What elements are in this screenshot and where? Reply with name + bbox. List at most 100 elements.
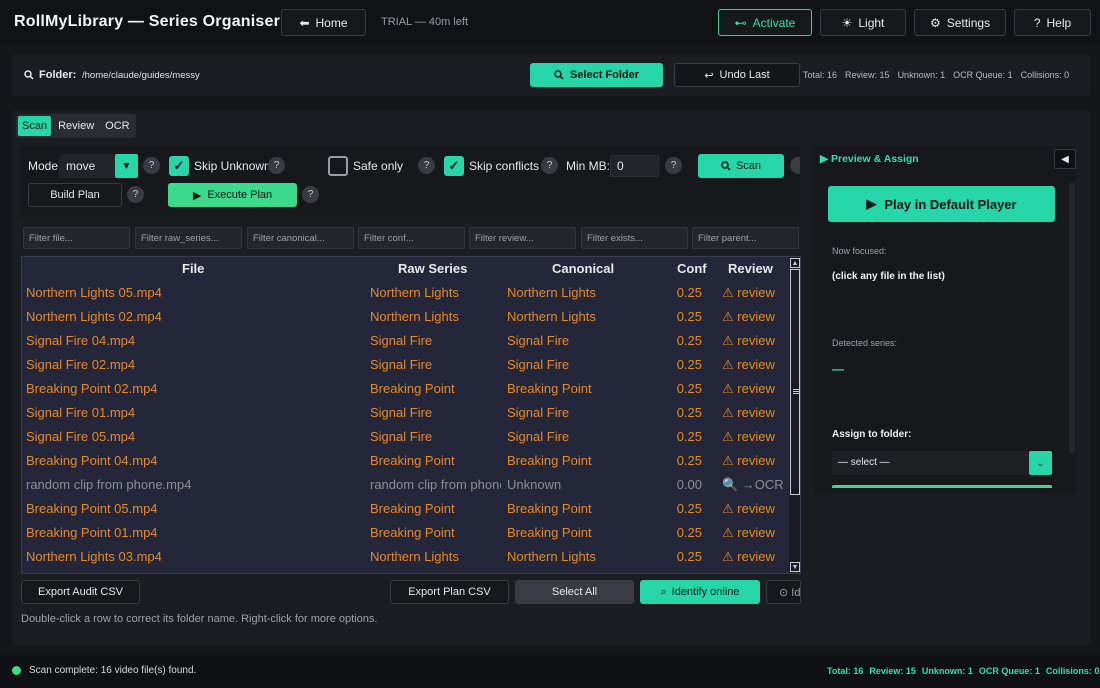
help-icon[interactable] [790,157,800,174]
status-ocr-queue: OCR Queue: 1 [978,666,1040,676]
home-button[interactable]: ⬅ Home [281,9,366,36]
help-icon[interactable]: ? [541,157,558,174]
select-all-button[interactable]: Select All [515,580,634,604]
cell-raw-series: Breaking Point [370,501,455,516]
execute-plan-button[interactable]: ▶ Execute Plan [168,183,297,207]
identify-online-button[interactable]: ⌕ Identify online [640,580,760,604]
help-icon[interactable]: ? [268,157,285,174]
table-row[interactable]: Signal Fire 04.mp4 Signal Fire Signal Fire… [22,329,788,353]
filter-canonical-input[interactable]: Filter canonical... [247,227,354,249]
filter-raw-series-input[interactable]: Filter raw_series... [135,227,242,249]
cell-canonical: Breaking Point [507,381,592,396]
select-folder-button[interactable]: Select Folder [530,63,663,87]
cell-review: ⚠ review [722,285,775,300]
cell-review: ⚠ review [722,381,775,396]
settings-button[interactable]: ⚙ Settings [914,9,1006,36]
filter-exists-input[interactable]: Filter exists... [581,227,688,249]
cell-raw-series: Northern Lights [370,549,459,564]
help-icon[interactable]: ? [418,157,435,174]
cell-canonical: Signal Fire [507,357,570,372]
skip-conflicts-checkbox[interactable]: ✓ [444,156,464,176]
cell-conf: 0.25 [676,429,702,444]
help-icon[interactable]: ? [127,186,144,203]
identify-local-button[interactable]: ⊙ Id [766,580,801,604]
assign-button[interactable] [832,485,1052,488]
safe-only-checkbox[interactable] [328,156,348,176]
column-header-conf[interactable]: Conf [677,261,707,276]
folder-label: Folder: [24,69,76,81]
cell-file: Signal Fire 01.mp4 [26,405,136,420]
table-row[interactable]: Breaking Point 05.mp4 Breaking Point Break… [22,497,788,521]
table-row[interactable]: Signal Fire 02.mp4 Signal Fire Signal Fire… [22,353,788,377]
build-plan-button[interactable]: Build Plan [28,183,122,207]
table-row[interactable]: Breaking Point 04.mp4 Breaking Point Break… [22,449,788,473]
mode-select[interactable]: move [59,154,116,178]
scan-button[interactable]: Scan [698,154,784,178]
export-audit-csv-button[interactable]: Export Audit CSV [21,580,140,604]
cell-review: ⚠ review [722,525,775,540]
sun-icon: ☀ [841,15,853,30]
table-row[interactable]: Northern Lights 02.mp4 Northern Lights Nor… [22,305,788,329]
cell-file: Breaking Point 04.mp4 [26,453,158,468]
help-icon[interactable]: ? [302,186,319,203]
filter-file-input[interactable]: Filter file... [23,227,130,249]
skip-unknown-checkbox[interactable]: ✓ [169,156,189,176]
assign-folder-select[interactable]: — select — [832,451,1030,475]
filter-review-input[interactable]: Filter review... [469,227,576,249]
collapse-panel-button[interactable]: ◀ [1054,149,1076,169]
cell-file: Signal Fire 04.mp4 [26,333,136,348]
scroll-down-icon[interactable]: ▼ [790,562,800,572]
question-icon: ? [1033,15,1041,30]
filter-conf-input[interactable]: Filter conf... [358,227,465,249]
activate-button[interactable]: ⊷ Activate [718,9,812,36]
play-default-player-button[interactable]: ▶ Play in Default Player [828,186,1055,222]
tab-ocr[interactable]: OCR [101,116,133,136]
table-row[interactable]: Breaking Point 02.mp4 Breaking Point Break… [22,377,788,401]
scrollbar-thumb[interactable] [790,269,800,495]
folder-path: /home/claude/guides/messy [82,70,200,81]
table-row[interactable]: random clip from phone.mp4 random clip fr… [22,473,788,497]
undo-last-button[interactable]: ↩ Undo Last [674,63,800,87]
cell-review: 🔍 →OCR [722,477,784,492]
cell-review: ⚠ review [722,453,775,468]
help-icon[interactable]: ? [143,157,160,174]
top-bar: RollMyLibrary — Series Organiser ⬅ Home … [0,0,1100,44]
table-row[interactable]: Signal Fire 05.mp4 Signal Fire Signal Fire… [22,425,788,449]
cell-conf: 0.00 [676,477,702,492]
cell-canonical: Signal Fire [507,429,570,444]
hint-text: Double-click a row to correct its folder… [21,613,378,625]
column-header-raw-series[interactable]: Raw Series [398,261,467,276]
chevron-down-icon[interactable]: ▼ [115,154,138,178]
cell-file: random clip from phone.mp4 [26,477,192,492]
min-mb-input[interactable]: 0 [610,155,659,177]
column-header-canonical[interactable]: Canonical [552,261,614,276]
cell-review: ⚠ review [722,429,775,444]
tab-review[interactable]: Review [54,116,98,136]
cell-raw-series: Signal Fire [370,429,433,444]
column-header-review[interactable]: Review [728,261,773,276]
cell-raw-series: Signal Fire [370,405,433,420]
cell-raw-series: Signal Fire [370,357,433,372]
help-button[interactable]: ? Help [1014,9,1091,36]
filter-parent-input[interactable]: Filter parent... [692,227,799,249]
cell-canonical: Northern Lights [507,285,596,300]
export-plan-csv-button[interactable]: Export Plan CSV [390,580,509,604]
cell-canonical: Unknown [507,477,562,492]
cell-review: ⚠ review [722,357,775,372]
tab-scan[interactable]: Scan [18,116,52,136]
search-icon [721,161,731,171]
cell-file: Breaking Point 01.mp4 [26,525,158,540]
scroll-up-icon[interactable]: ▲ [790,258,800,268]
stat-collisions: Collisions: 0 [1020,70,1070,80]
table-row[interactable]: Northern Lights 03.mp4 Northern Lights Nor… [22,545,788,569]
help-icon[interactable]: ? [665,157,682,174]
preview-scrollbar[interactable] [1069,183,1075,453]
cell-review: ⚠ review [722,333,775,348]
table-scrollbar[interactable]: ▲ ▼ [789,257,800,573]
column-header-file[interactable]: File [182,261,204,276]
light-button[interactable]: ☀ Light [820,9,906,36]
table-row[interactable]: Breaking Point 01.mp4 Breaking Point Break… [22,521,788,545]
table-row[interactable]: Signal Fire 01.mp4 Signal Fire Signal Fire… [22,401,788,425]
table-row[interactable]: Northern Lights 05.mp4 Northern Lights Nor… [22,281,788,305]
chevron-down-icon[interactable]: ⌄ [1029,451,1052,475]
